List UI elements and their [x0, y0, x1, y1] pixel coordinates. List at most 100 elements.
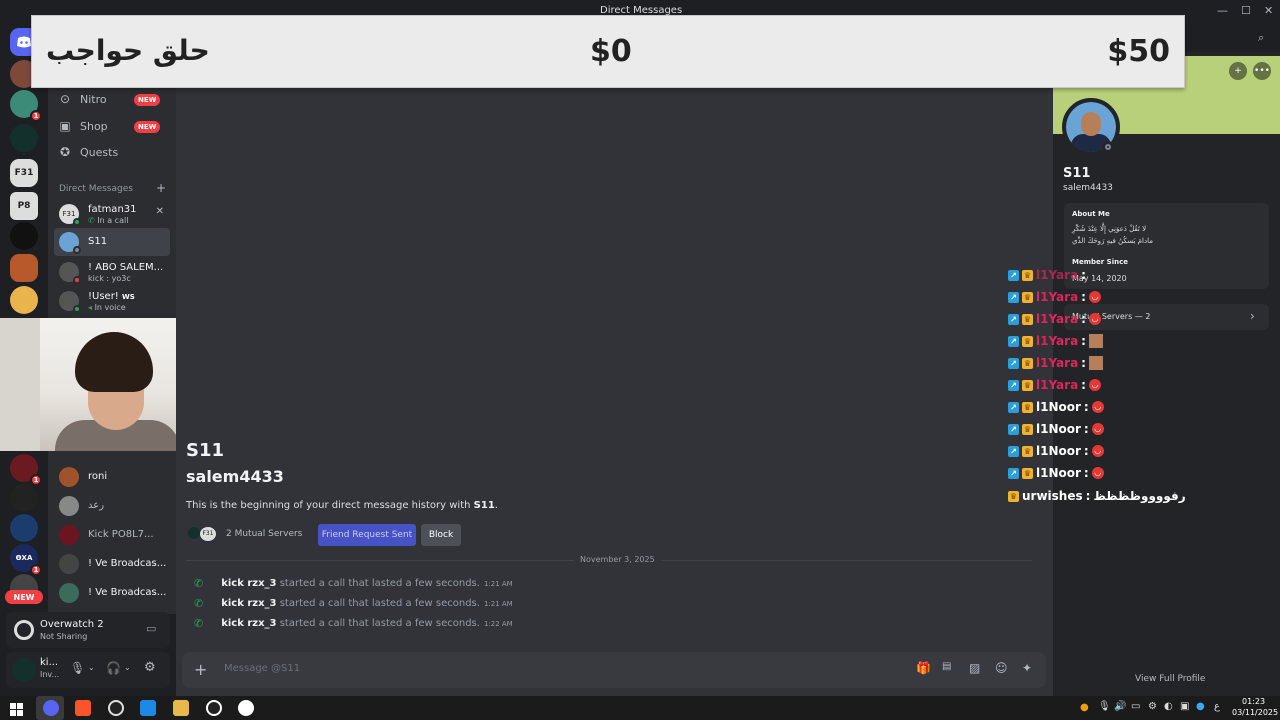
close-dm-icon[interactable]: ✕	[156, 206, 164, 217]
server-icon[interactable]: 1	[10, 90, 42, 122]
about-line: لا تَقُلْ دَعوَنِي إِلَّا عِنْدَ شُكْرِ	[1072, 225, 1147, 233]
maximize-button[interactable]: ☐	[1241, 4, 1251, 17]
chat-message: ↗ ♛ l1Yara :	[1008, 333, 1103, 349]
chat-message: ↗ ♛ l1Noor : ◡	[1008, 399, 1104, 415]
message-input[interactable]: Message @S11	[224, 663, 300, 674]
friend-request-sent-button[interactable]: Friend Request Sent	[318, 524, 416, 546]
tray-icon[interactable]: ▣	[1180, 701, 1189, 712]
overlay-current-amount: $0	[590, 34, 632, 69]
user-status: Inv...	[40, 670, 60, 679]
overlay-label: حلق حواجب	[46, 34, 210, 67]
file-explorer-icon[interactable]	[173, 700, 189, 716]
app-taskbar-icon[interactable]	[140, 700, 156, 716]
tray-icon[interactable]: ⚙	[1148, 701, 1157, 712]
dm-username: salem4433	[186, 467, 284, 486]
nav-nitro[interactable]: ⊙ Nitro	[58, 89, 107, 109]
chevron-down-icon[interactable]: ⌄	[124, 663, 131, 672]
call-message: ✆ kick rzx_3 started a call that lasted …	[194, 576, 513, 590]
avatar	[59, 496, 79, 516]
new-pill[interactable]: NEW	[5, 590, 43, 604]
steam-taskbar-icon[interactable]	[206, 700, 222, 716]
dm-roni[interactable]: roni	[54, 463, 170, 491]
server-icon[interactable]	[10, 514, 38, 542]
obs-taskbar-icon[interactable]	[108, 700, 124, 716]
add-dm-button[interactable]: +	[156, 181, 166, 195]
about-line: مادامَ يَسكُنُ فيهِ رَوحَكَ الذِّي	[1072, 237, 1153, 245]
block-button[interactable]: Block	[421, 524, 461, 546]
headphones-icon[interactable]: 🎧	[106, 661, 121, 675]
add-attachment-icon[interactable]: +	[194, 660, 207, 679]
mutual-server-icon	[188, 527, 200, 539]
user-name: ki...	[40, 657, 59, 668]
dm-fatman31[interactable]: F31 fatman31 ✆ In a call ✕	[54, 200, 170, 228]
server-icon[interactable]	[10, 484, 38, 512]
tray-icon[interactable]: ●	[1196, 701, 1205, 712]
input-language[interactable]: ع	[1214, 701, 1220, 712]
screen-share-icon[interactable]: ▭	[146, 622, 156, 635]
profile-name-header: S11	[186, 440, 225, 461]
avatar	[59, 467, 79, 487]
minimize-button[interactable]: —	[1217, 4, 1228, 17]
add-friend-icon[interactable]: +	[1229, 62, 1247, 80]
dm-user[interactable]: !User! WS ◂ In voice	[54, 287, 170, 315]
discord-taskbar-icon[interactable]	[43, 700, 59, 716]
windows-taskbar: ● 🎙 🔊 ▭ ⚙ ◐ ▣ ● ع 01:23 03/11/2025	[0, 696, 1280, 720]
more-options-icon[interactable]: •••	[1253, 62, 1271, 80]
apps-icon[interactable]: ✦	[1022, 661, 1032, 675]
brave-taskbar-icon[interactable]	[75, 700, 91, 716]
dm-raad[interactable]: رعد	[54, 492, 170, 520]
server-icon[interactable]	[10, 286, 38, 314]
tray-icon[interactable]: ●	[1080, 702, 1089, 713]
tray-icon[interactable]: ◐	[1164, 701, 1173, 712]
user-panel: ki... Inv... 🎙 ⌄ 🎧 ⌄ ⚙	[6, 652, 170, 688]
server-icon[interactable]: 1	[10, 454, 42, 486]
settings-gear-icon[interactable]: ⚙	[144, 660, 156, 675]
clock-date[interactable]: 03/11/2025	[1232, 708, 1278, 717]
server-p8[interactable]: P8	[10, 192, 38, 220]
gif-icon[interactable]: ▤	[942, 661, 951, 672]
search-icon[interactable]: ⌕	[1258, 31, 1264, 45]
server-oxa[interactable]: ӨXA 1	[10, 544, 42, 576]
avatar[interactable]	[12, 658, 36, 682]
nitro-icon: ⊙	[59, 92, 71, 106]
chevron-down-icon[interactable]: ⌄	[88, 663, 95, 672]
avatar: F31	[59, 204, 81, 226]
dm-abo-salem[interactable]: ! ABO SALEM... kick : yo3c	[54, 258, 170, 286]
overwatch-taskbar-icon[interactable]	[238, 700, 254, 716]
chat-message: ↗ ♛ l1Yara :	[1008, 355, 1103, 371]
network-icon[interactable]: ▭	[1131, 701, 1140, 712]
dm-s11[interactable]: S11	[54, 228, 170, 256]
activity-game: Overwatch 2	[40, 619, 104, 630]
nitro-new-badge: NEW	[134, 94, 161, 106]
close-button[interactable]: ✕	[1264, 4, 1273, 17]
avatar	[59, 525, 79, 545]
volume-icon[interactable]: 🔊	[1114, 701, 1126, 712]
dm-ve-broadcast-2[interactable]: ! Ve Broadcas...	[54, 579, 170, 607]
chat-message: ↗ ♛ l1Noor : ◡	[1008, 465, 1104, 481]
avatar	[59, 291, 81, 313]
server-icon[interactable]	[10, 124, 38, 152]
mic-icon[interactable]: 🎙	[70, 661, 85, 675]
avatar	[59, 262, 81, 284]
clock-time[interactable]: 01:23	[1242, 697, 1265, 706]
windows-start-icon[interactable]	[10, 701, 23, 716]
chat-message: ↗ ♛ l1Yara :	[1008, 267, 1086, 283]
nav-shop[interactable]: ▣ Shop	[58, 116, 107, 136]
mic-tray-icon[interactable]: 🎙	[1098, 701, 1111, 712]
call-message: ✆ kick rzx_3 started a call that lasted …	[194, 616, 513, 630]
shop-new-badge: NEW	[134, 121, 161, 133]
sticker-icon[interactable]: ▨	[969, 661, 980, 675]
avatar	[59, 583, 79, 603]
server-icon[interactable]	[10, 222, 38, 250]
emoji-icon[interactable]: ☺	[995, 661, 1008, 675]
shop-icon: ▣	[59, 119, 71, 133]
server-icon[interactable]	[10, 254, 38, 282]
gift-icon[interactable]: 🎁	[916, 661, 931, 675]
nav-quests[interactable]: ✪ Quests	[58, 142, 118, 162]
view-full-profile-link[interactable]: View Full Profile	[1135, 674, 1205, 684]
chat-message: ♛ urwishes : رفووووظظظظ	[1008, 489, 1186, 503]
dm-ve-broadcast-1[interactable]: ! Ve Broadcas...	[54, 550, 170, 578]
server-f31[interactable]: F31	[10, 159, 38, 187]
mutual-servers-link[interactable]: 2 Mutual Servers	[226, 529, 302, 539]
dm-kick-po8l7[interactable]: Kick PO8L7...	[54, 521, 170, 549]
